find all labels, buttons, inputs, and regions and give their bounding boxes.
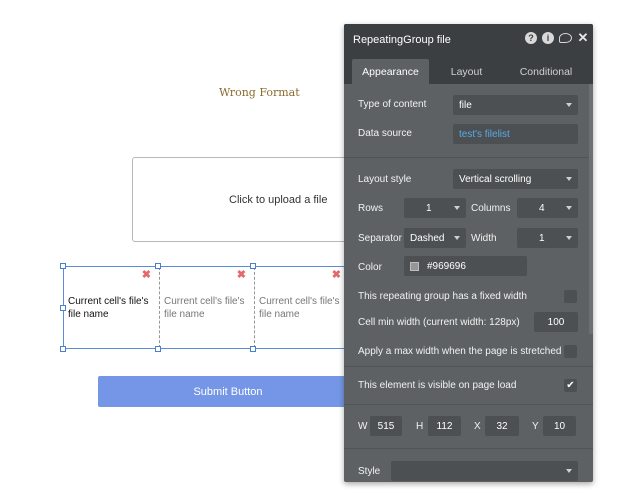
y-label: Y (532, 421, 539, 432)
delete-icon[interactable]: ✖ (142, 270, 151, 281)
help-icon[interactable]: ? (525, 32, 537, 44)
visible-on-load-checkbox[interactable]: ✔ (564, 379, 577, 392)
rows-select[interactable]: 1 (404, 198, 466, 218)
resize-handle[interactable] (60, 346, 66, 352)
cell-file-name: Current cell's file's file name (259, 296, 340, 320)
resize-handle[interactable] (155, 263, 161, 269)
y-input[interactable]: 10 (543, 416, 576, 436)
tab-appearance[interactable]: Appearance (352, 59, 429, 84)
data-source-label: Data source (358, 128, 412, 139)
color-label: Color (358, 262, 382, 273)
repeating-group-cell[interactable]: ✖ Current cell's file's file name (159, 267, 254, 348)
cell-min-width-label: Cell min width (current width: 128px) (358, 317, 520, 328)
chevron-down-icon (454, 206, 460, 210)
chevron-down-icon (566, 177, 572, 181)
chevron-down-icon (566, 103, 572, 107)
info-icon[interactable]: i (542, 32, 554, 44)
layout-style-label: Layout style (358, 174, 412, 185)
color-swatch (410, 261, 419, 271)
tab-conditional[interactable]: Conditional (506, 59, 586, 84)
resize-handle[interactable] (60, 305, 66, 311)
rows-label: Rows (358, 203, 384, 214)
delete-icon[interactable]: ✖ (237, 270, 246, 281)
style-select[interactable] (391, 461, 578, 481)
divider (344, 404, 593, 405)
layout-style-value: Vertical scrolling (459, 173, 532, 185)
divider (344, 448, 593, 449)
checkmark-icon: ✔ (566, 380, 575, 391)
data-source-field[interactable]: test's filelist (453, 124, 578, 144)
type-of-content-label: Type of content (358, 99, 427, 110)
visible-on-load-label: This element is visible on page load (358, 380, 517, 391)
rows-value: 1 (426, 202, 432, 214)
color-value: #969696 (427, 260, 466, 272)
x-input[interactable]: 32 (485, 416, 519, 436)
panel-tabs: Appearance Layout Conditional (344, 55, 593, 84)
scrollbar[interactable] (589, 84, 593, 334)
width-value: 1 (539, 232, 545, 244)
type-of-content-value: file (459, 99, 472, 111)
divider (344, 366, 593, 367)
divider (344, 157, 593, 158)
fixed-width-checkbox[interactable] (564, 290, 577, 303)
fixed-width-label: This repeating group has a fixed width (358, 291, 527, 302)
cell-min-width-input[interactable]: 100 (534, 312, 578, 332)
resize-handle[interactable] (250, 263, 256, 269)
chevron-down-icon (566, 206, 572, 210)
chevron-down-icon (566, 469, 572, 473)
separator-value: Dashed (410, 232, 445, 244)
close-icon[interactable]: ✕ (577, 30, 589, 45)
repeating-group-cell[interactable]: ✖ Current cell's file's file name (254, 267, 349, 348)
panel-title: RepeatingGroup file (353, 33, 451, 46)
resize-handle[interactable] (155, 346, 161, 352)
separator-label: Separator (358, 233, 402, 244)
delete-icon[interactable]: ✖ (332, 270, 341, 281)
property-editor-panel: RepeatingGroup file ? i ✕ Appearance Lay… (344, 24, 593, 482)
cell-file-name: Current cell's file's file name (68, 296, 149, 320)
separator-select[interactable]: Dashed (404, 228, 466, 248)
submit-button[interactable]: Submit Button (98, 376, 358, 407)
columns-select[interactable]: 4 (517, 198, 578, 218)
w-label: W (358, 421, 368, 432)
wrong-format-text: Wrong Format (219, 86, 300, 99)
chevron-down-icon (566, 236, 572, 240)
comment-icon[interactable] (559, 33, 572, 43)
repeating-group[interactable]: ✖ Current cell's file's file name ✖ Curr… (63, 266, 353, 349)
width-label: Width (471, 233, 497, 244)
h-label: H (416, 421, 424, 432)
layout-style-select[interactable]: Vertical scrolling (453, 169, 578, 189)
resize-handle[interactable] (60, 263, 66, 269)
width-select[interactable]: 1 (517, 228, 578, 248)
type-of-content-select[interactable]: file (453, 95, 578, 115)
cell-file-name: Current cell's file's file name (164, 296, 245, 320)
color-picker[interactable]: #969696 (404, 256, 527, 276)
style-label: Style (358, 466, 381, 477)
chevron-down-icon (454, 236, 460, 240)
tab-layout[interactable]: Layout (429, 59, 504, 84)
repeating-group-cell[interactable]: ✖ Current cell's file's file name (64, 267, 159, 348)
upload-label: Click to upload a file (229, 194, 328, 206)
x-label: X (474, 421, 481, 432)
max-width-label: Apply a max width when the page is stret… (358, 346, 562, 357)
h-input[interactable]: 112 (428, 416, 461, 436)
resize-handle[interactable] (250, 346, 256, 352)
max-width-checkbox[interactable] (564, 345, 577, 358)
columns-label: Columns (471, 203, 511, 214)
file-uploader[interactable]: Click to upload a file (132, 157, 362, 242)
w-input[interactable]: 515 (370, 416, 402, 436)
columns-value: 4 (539, 202, 545, 214)
